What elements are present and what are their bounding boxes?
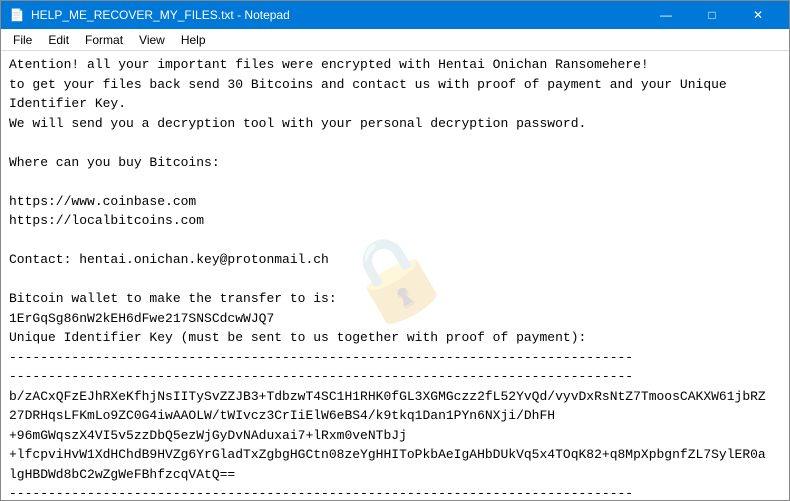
close-button[interactable]: ✕ <box>735 1 781 29</box>
minimize-button[interactable]: — <box>643 1 689 29</box>
file-content: Atention! all your important files were … <box>9 55 781 500</box>
app-icon: 📄 <box>9 7 25 23</box>
title-bar: 📄 HELP_ME_RECOVER_MY_FILES.txt - Notepad… <box>1 1 789 29</box>
notepad-window: 📄 HELP_ME_RECOVER_MY_FILES.txt - Notepad… <box>0 0 790 501</box>
menu-help[interactable]: Help <box>173 31 214 49</box>
menu-file[interactable]: File <box>5 31 40 49</box>
menu-view[interactable]: View <box>131 31 173 49</box>
window-controls: — □ ✕ <box>643 1 781 29</box>
menu-edit[interactable]: Edit <box>40 31 77 49</box>
text-editor-area[interactable]: 🔒 Atention! all your important files wer… <box>1 51 789 500</box>
menu-bar: File Edit Format View Help <box>1 29 789 51</box>
window-title: HELP_ME_RECOVER_MY_FILES.txt - Notepad <box>31 8 643 22</box>
menu-format[interactable]: Format <box>77 31 131 49</box>
maximize-button[interactable]: □ <box>689 1 735 29</box>
